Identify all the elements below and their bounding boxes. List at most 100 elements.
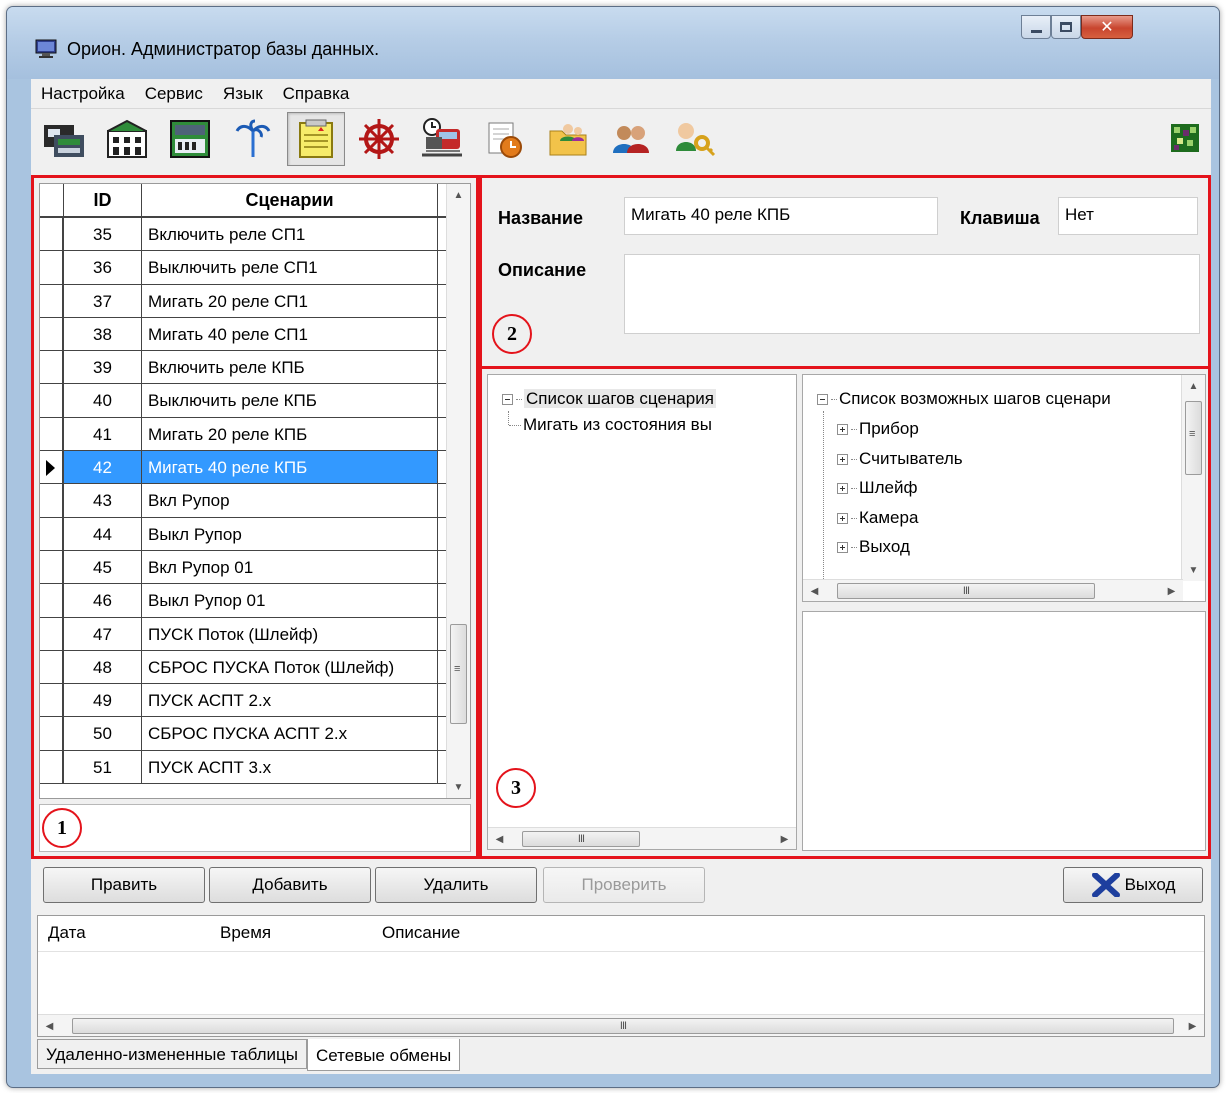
table-row[interactable]: 44 Выкл Рупор [40, 517, 470, 551]
collapse-icon[interactable] [502, 394, 513, 406]
row-indicator[interactable] [40, 417, 64, 451]
toolbar-panel-button[interactable] [161, 112, 219, 166]
table-row[interactable]: 47 ПУСК Поток (Шлейф) [40, 617, 470, 651]
description-field[interactable] [624, 254, 1200, 334]
row-indicator[interactable] [40, 351, 64, 384]
row-indicator[interactable] [40, 684, 64, 717]
row-indicator[interactable] [40, 617, 64, 650]
possible-tree-horizontal-scrollbar[interactable]: ◀ III ▶ [803, 579, 1183, 601]
log-column-description[interactable]: Описание [382, 923, 460, 943]
expand-icon[interactable] [837, 424, 848, 436]
column-header-scenarios[interactable]: Сценарии [142, 184, 438, 216]
toolbar-palm-button[interactable] [224, 112, 282, 166]
expand-icon[interactable] [837, 483, 848, 495]
table-row[interactable]: 41 Мигать 20 реле КПБ [40, 417, 470, 452]
title-bar[interactable]: Орион. Администратор базы данных. ✕ [7, 7, 1219, 79]
column-header-id[interactable]: ID [64, 184, 142, 216]
menu-settings[interactable]: Настройка [31, 79, 135, 109]
row-indicator[interactable] [40, 650, 64, 684]
toolbar-keys-button[interactable] [665, 112, 723, 166]
toolbar-devices-button[interactable] [35, 112, 93, 166]
expand-icon[interactable] [837, 512, 848, 524]
close-button[interactable]: ✕ [1081, 15, 1133, 39]
scroll-left-arrow-icon[interactable]: ◀ [488, 828, 511, 849]
table-row[interactable]: 36 Выключить реле СП1 [40, 251, 470, 285]
row-indicator[interactable] [40, 517, 64, 550]
expand-icon[interactable] [837, 453, 848, 465]
table-row[interactable]: 39 Включить реле КПБ [40, 351, 470, 385]
scroll-thumb[interactable]: ≡ [1185, 401, 1202, 475]
toolbar-scenarios-button[interactable] [287, 112, 345, 166]
row-indicator[interactable] [40, 451, 64, 484]
row-indicator[interactable] [40, 584, 64, 617]
add-button[interactable]: Добавить [209, 867, 371, 903]
delete-button[interactable]: Удалить [375, 867, 537, 903]
scroll-left-arrow-icon[interactable]: ◀ [38, 1015, 61, 1037]
tab-network-exchanges[interactable]: Сетевые обмены [306, 1039, 461, 1071]
toolbar-users-button[interactable] [602, 112, 660, 166]
scroll-right-arrow-icon[interactable]: ▶ [1181, 1015, 1204, 1037]
table-row[interactable]: 50 СБРОС ПУСКА АСПТ 2.x [40, 717, 470, 751]
toolbar-folder-users-button[interactable] [539, 112, 597, 166]
log-column-time[interactable]: Время [220, 923, 271, 943]
check-button[interactable]: Проверить [543, 867, 705, 903]
possible-tree-item[interactable]: Выход [837, 537, 910, 557]
scroll-right-arrow-icon[interactable]: ▶ [773, 828, 796, 849]
scroll-up-arrow-icon[interactable]: ▲ [447, 184, 470, 206]
row-indicator[interactable] [40, 484, 64, 517]
row-indicator[interactable] [40, 550, 64, 584]
log-column-date[interactable]: Дата [48, 923, 86, 943]
table-row[interactable]: 42 Мигать 40 реле КПБ [40, 451, 470, 485]
menu-service[interactable]: Сервис [135, 79, 213, 109]
row-indicator[interactable] [40, 750, 64, 784]
possible-tree-root[interactable]: Список возможных шагов сценари [817, 389, 1111, 409]
exit-button[interactable]: Выход [1063, 867, 1203, 903]
table-row[interactable]: 48 СБРОС ПУСКА Поток (Шлейф) [40, 650, 470, 685]
toolbar-wheel-button[interactable] [350, 112, 408, 166]
row-indicator[interactable] [40, 717, 64, 750]
steps-tree-item[interactable]: Мигать из состояния вы [509, 415, 712, 435]
possible-tree-item[interactable]: Камера [837, 508, 918, 528]
table-row[interactable]: 51 ПУСК АСПТ 3.x [40, 750, 470, 785]
possible-tree-vertical-scrollbar[interactable]: ▲ ≡ ▼ [1181, 375, 1205, 581]
toolbar-train-button[interactable] [413, 112, 471, 166]
scroll-left-arrow-icon[interactable]: ◀ [803, 580, 826, 601]
possible-tree-item[interactable]: Считыватель [837, 449, 963, 469]
toolbar-building-button[interactable] [98, 112, 156, 166]
scroll-right-arrow-icon[interactable]: ▶ [1160, 580, 1183, 601]
row-indicator[interactable] [40, 251, 64, 284]
table-row[interactable]: 37 Мигать 20 реле СП1 [40, 284, 470, 318]
log-horizontal-scrollbar[interactable]: ◀ III ▶ [38, 1014, 1204, 1036]
menu-help[interactable]: Справка [273, 79, 360, 109]
scroll-thumb[interactable]: ≡ [450, 624, 467, 724]
table-row[interactable]: 38 Мигать 40 реле СП1 [40, 317, 470, 352]
scroll-up-arrow-icon[interactable]: ▲ [1182, 375, 1205, 397]
menu-language[interactable]: Язык [213, 79, 273, 109]
possible-tree-item[interactable]: Прибор [837, 419, 919, 439]
key-field[interactable]: Нет [1058, 197, 1198, 235]
row-indicator[interactable] [40, 384, 64, 417]
steps-tree-root[interactable]: Список шагов сценария [502, 389, 716, 409]
possible-tree-item[interactable]: Шлейф [837, 478, 917, 498]
table-row[interactable]: 40 Выключить реле КПБ [40, 384, 470, 418]
table-row[interactable]: 35 Включить реле СП1 [40, 218, 470, 252]
edit-button[interactable]: Править [43, 867, 205, 903]
row-indicator[interactable] [40, 317, 64, 351]
scroll-down-arrow-icon[interactable]: ▼ [1182, 559, 1205, 581]
toolbar-calendar-button[interactable] [476, 112, 534, 166]
grid-vertical-scrollbar[interactable]: ▲ ≡ ▼ [446, 184, 470, 798]
scroll-down-arrow-icon[interactable]: ▼ [447, 776, 470, 798]
table-row[interactable]: 49 ПУСК АСПТ 2.x [40, 684, 470, 718]
steps-tree-horizontal-scrollbar[interactable]: ◀ III ▶ [488, 827, 796, 849]
table-row[interactable]: 43 Вкл Рупор [40, 484, 470, 518]
table-row[interactable]: 45 Вкл Рупор 01 [40, 550, 470, 585]
name-field[interactable]: Мигать 40 реле КПБ [624, 197, 938, 235]
scroll-thumb[interactable]: III [837, 583, 1095, 599]
scroll-thumb[interactable]: III [522, 831, 640, 847]
table-row[interactable]: 46 Выкл Рупор 01 [40, 584, 470, 618]
expand-icon[interactable] [837, 542, 848, 554]
collapse-icon[interactable] [817, 394, 828, 406]
row-indicator[interactable] [40, 218, 64, 251]
row-indicator[interactable] [40, 284, 64, 317]
scroll-thumb[interactable]: III [72, 1018, 1174, 1034]
